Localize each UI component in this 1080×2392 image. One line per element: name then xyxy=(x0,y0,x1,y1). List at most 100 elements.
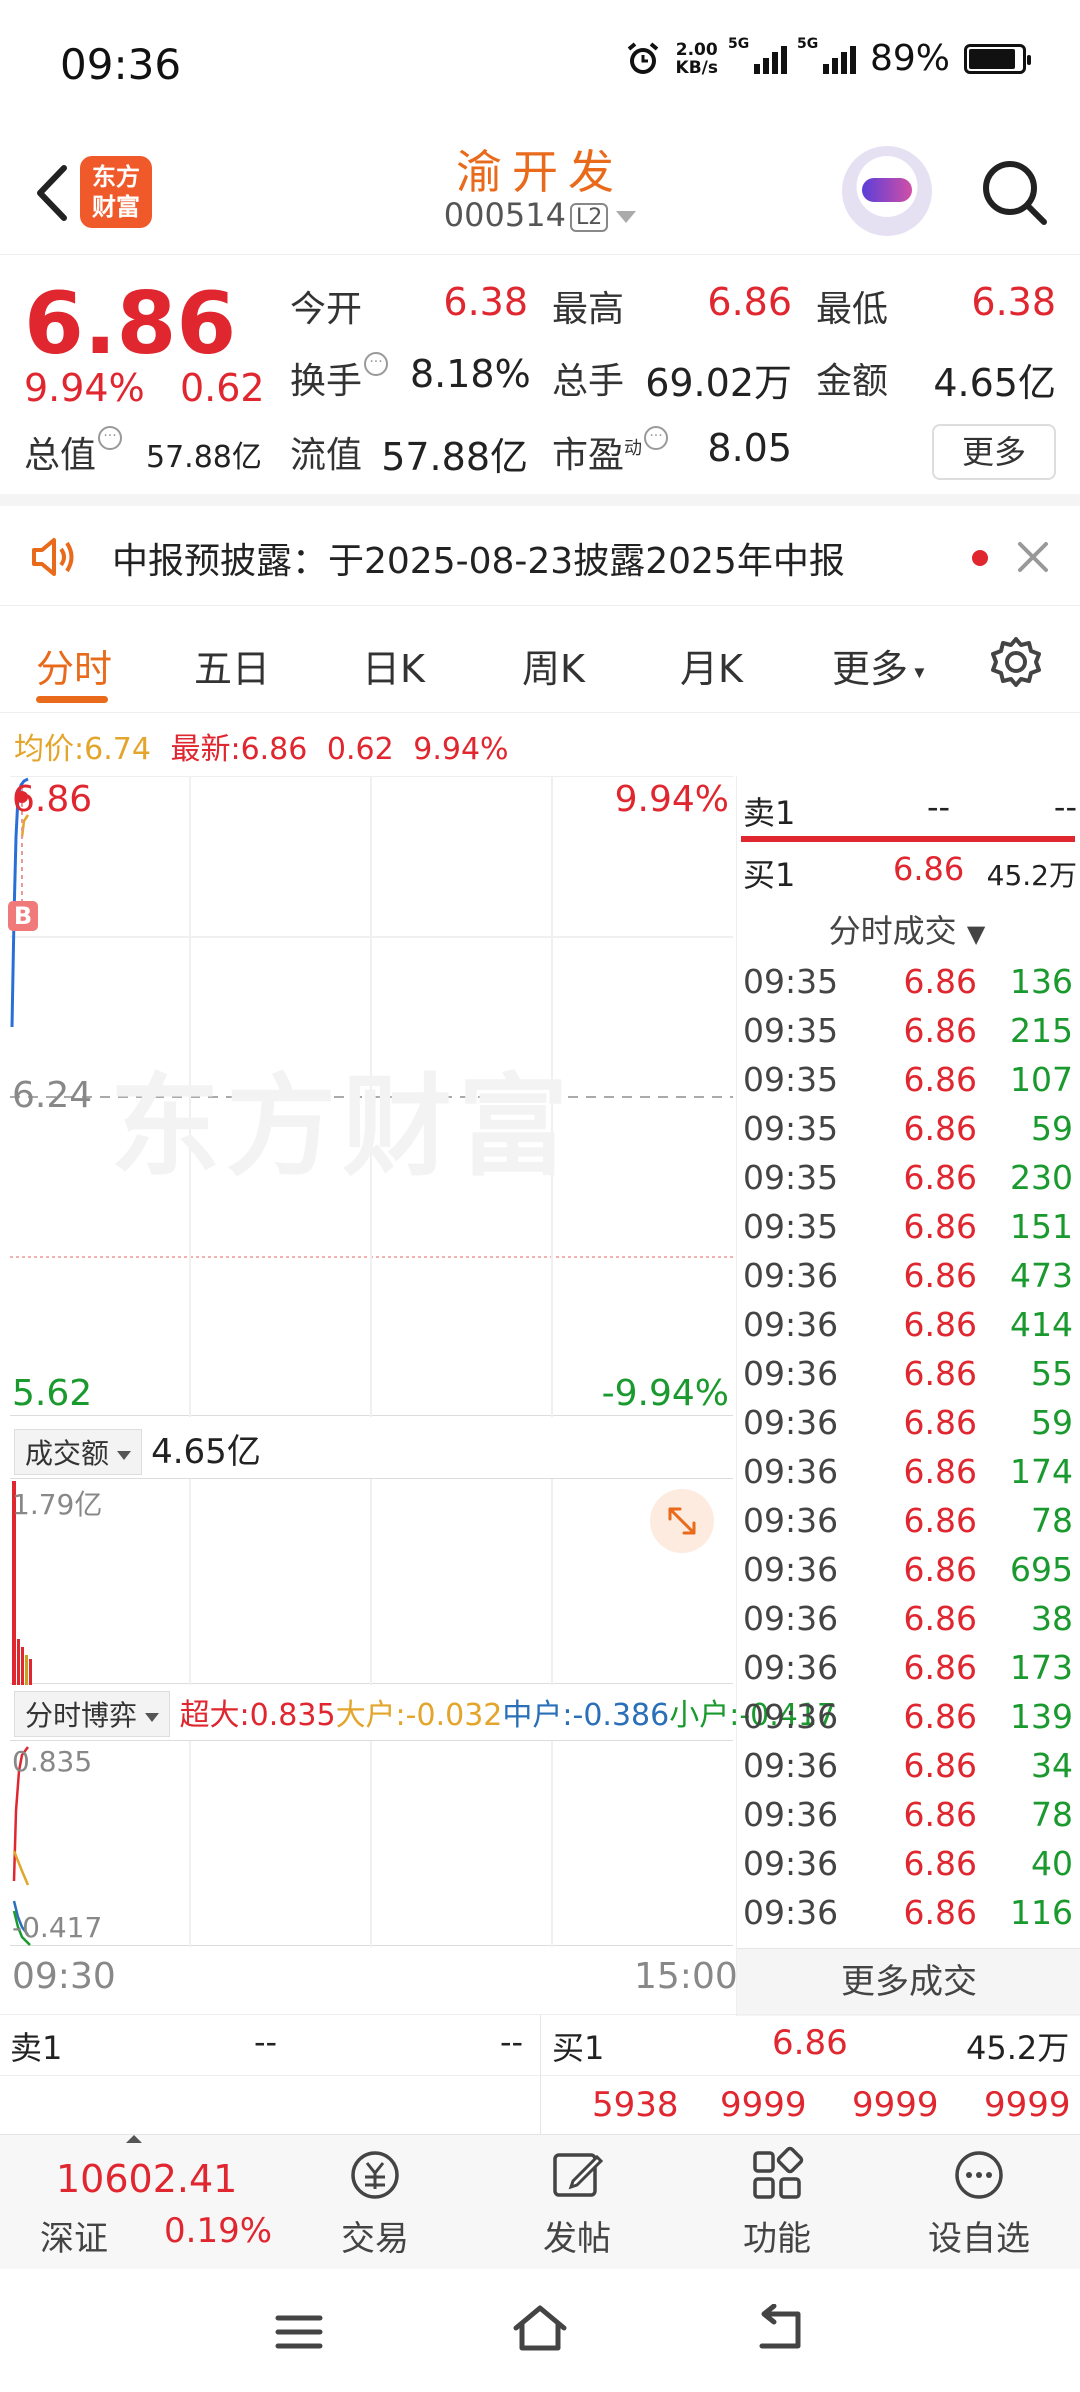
signal-icon: 5G xyxy=(728,36,787,74)
buy1-row: 买1 6.86 45.2万 xyxy=(743,850,1077,894)
tick-row: 09:36 6.86 78 xyxy=(743,1501,1073,1550)
top-price-label: 6.86 xyxy=(12,779,93,820)
tab-five-day[interactable]: 五日 xyxy=(194,638,270,693)
stock-code: 000514 xyxy=(443,196,566,234)
tab-more[interactable]: 更多 ▾ xyxy=(832,638,924,693)
queue-item: 9999 xyxy=(984,2085,1071,2125)
tick-price: 6.86 xyxy=(903,1354,977,1393)
ai-robot-icon[interactable] xyxy=(842,146,932,236)
turnover-label[interactable]: 换手 ··· xyxy=(290,352,389,404)
tick-volume: 38 xyxy=(1031,1599,1073,1638)
flow-header: 分时博弈 超大:0.835大户:-0.032中户:-0.386小户:-0.417 xyxy=(14,1690,836,1737)
flow-selector[interactable]: 分时博弈 xyxy=(14,1691,171,1737)
open-value: 6.38 xyxy=(443,280,528,324)
latest-label: 最新: xyxy=(170,732,241,767)
high-label: 最高 xyxy=(552,289,625,330)
tick-volume: 695 xyxy=(1010,1550,1073,1589)
search-icon[interactable] xyxy=(976,154,1052,230)
gear-icon[interactable] xyxy=(988,634,1044,690)
index-value[interactable]: 10602.41 xyxy=(56,2157,237,2201)
flow-top-label: 0.835 xyxy=(12,1745,93,1778)
tab-intraday[interactable]: 分时 xyxy=(36,638,112,693)
trade-button[interactable]: 交易 xyxy=(310,2143,440,2260)
more-dots-icon xyxy=(955,2151,1003,2199)
tick-row: 09:36 6.86 78 xyxy=(743,1795,1073,1844)
tick-time: 09:35 xyxy=(743,1158,839,1197)
tick-row: 09:36 6.86 59 xyxy=(743,1403,1073,1452)
tick-row: 09:36 6.86 414 xyxy=(743,1305,1073,1354)
volume-max-label: 1.79亿 xyxy=(12,1488,103,1521)
tick-row: 09:36 6.86 695 xyxy=(743,1550,1073,1599)
low-value: 6.38 xyxy=(971,280,1056,324)
flow-lines-svg xyxy=(12,1741,553,1947)
tab-weekly-k[interactable]: 周K xyxy=(522,638,585,693)
flow-chart[interactable]: 0.835 -0.417 xyxy=(10,1740,733,1947)
tick-volume: 151 xyxy=(1010,1207,1073,1246)
tick-row: 09:36 6.86 34 xyxy=(743,1746,1073,1795)
latest-percent: 9.94% xyxy=(413,732,509,767)
book-sell-price: -- xyxy=(254,2023,278,2061)
more-quote-button[interactable]: 更多 xyxy=(932,424,1056,480)
book-buy-price: 6.86 xyxy=(772,2023,848,2063)
back-nav-icon[interactable] xyxy=(752,2304,808,2354)
tick-time: 09:36 xyxy=(743,1256,839,1295)
tick-row: 09:35 6.86 230 xyxy=(743,1158,1073,1207)
tick-volume: 59 xyxy=(1031,1109,1073,1148)
close-icon[interactable] xyxy=(1014,538,1052,576)
turnover-value: 8.18% xyxy=(410,352,531,396)
volume-selector[interactable]: 成交额 xyxy=(14,1429,143,1475)
tick-price: 6.86 xyxy=(903,1403,977,1442)
volume-chart[interactable]: 1.79亿 xyxy=(10,1478,733,1685)
tick-time: 09:35 xyxy=(743,1060,839,1099)
chevron-down-icon xyxy=(616,211,637,223)
tab-monthly-k[interactable]: 月K xyxy=(680,638,743,693)
tick-row: 09:35 6.86 59 xyxy=(743,1109,1073,1158)
current-price: 6.86 xyxy=(24,274,237,374)
notice-text: 中报预披露：于2025-08-23披露2025年中报 xyxy=(112,541,845,582)
index-percent: 0.19% xyxy=(164,2211,273,2251)
tick-time: 09:36 xyxy=(743,1844,839,1883)
tab-daily-k[interactable]: 日K xyxy=(362,638,425,693)
menu-icon[interactable] xyxy=(272,2306,326,2356)
tick-price: 6.86 xyxy=(903,1158,977,1197)
queue-item: 9999 xyxy=(852,2085,939,2125)
tick-volume: 139 xyxy=(1010,1697,1073,1736)
watermark: 东方财富 xyxy=(110,1063,574,1191)
tick-price: 6.86 xyxy=(903,1550,977,1589)
buy-marker[interactable]: B xyxy=(8,901,38,931)
tick-price: 6.86 xyxy=(903,1697,977,1736)
mktcap-label[interactable]: 总值 ··· xyxy=(24,426,123,478)
tick-row: 09:36 6.86 116 xyxy=(743,1893,1073,1942)
tick-price: 6.86 xyxy=(903,1746,977,1785)
tick-time: 09:36 xyxy=(743,1354,839,1393)
bottom-toolbar: 10602.41 深证 0.19% 交易 发帖 功能 设自选 xyxy=(0,2134,1080,2269)
book-buy-label: 买1 xyxy=(552,2029,605,2067)
more-ticks-button[interactable]: 更多成交 xyxy=(737,1948,1080,2016)
queue-item: 5938 xyxy=(592,2085,679,2125)
status-icons: 2.00 KB/s 5G 5G 89% xyxy=(624,36,1031,79)
index-name: 深证 xyxy=(40,2219,108,2259)
tick-time: 09:36 xyxy=(743,1403,839,1442)
post-button[interactable]: 发帖 xyxy=(512,2143,642,2260)
volume-label: 总手 xyxy=(552,361,625,402)
l2-badge: L2 xyxy=(569,202,609,232)
add-watchlist-button[interactable]: 设自选 xyxy=(914,2143,1044,2260)
tick-row: 09:36 6.86 473 xyxy=(743,1256,1073,1305)
volume-header: 成交额 4.65亿 xyxy=(14,1424,261,1475)
notice-bar[interactable]: 中报预披露：于2025-08-23披露2025年中报 xyxy=(0,506,1080,606)
function-button[interactable]: 功能 xyxy=(712,2143,842,2260)
flow-super: 超大:0.835 xyxy=(179,1698,336,1733)
tick-time: 09:35 xyxy=(743,1011,839,1050)
expand-icon[interactable] xyxy=(650,1489,714,1553)
tick-volume: 473 xyxy=(1010,1256,1073,1295)
tick-volume: 40 xyxy=(1031,1844,1073,1883)
pe-label[interactable]: 市盈动··· xyxy=(552,426,669,478)
tick-price: 6.86 xyxy=(903,1648,977,1687)
queue-item: 9999 xyxy=(720,2085,807,2125)
home-icon[interactable] xyxy=(510,2300,570,2356)
battery-icon xyxy=(964,43,1031,74)
bottom-price-label: 5.62 xyxy=(12,1373,93,1414)
latest-change: 0.62 xyxy=(326,732,394,767)
ticks-title[interactable]: 分时成交 ▼ xyxy=(737,906,1077,952)
intraday-chart[interactable]: 东方财富 6.86 9.94% 6.24 5.62 -9.94% B xyxy=(8,776,733,1417)
